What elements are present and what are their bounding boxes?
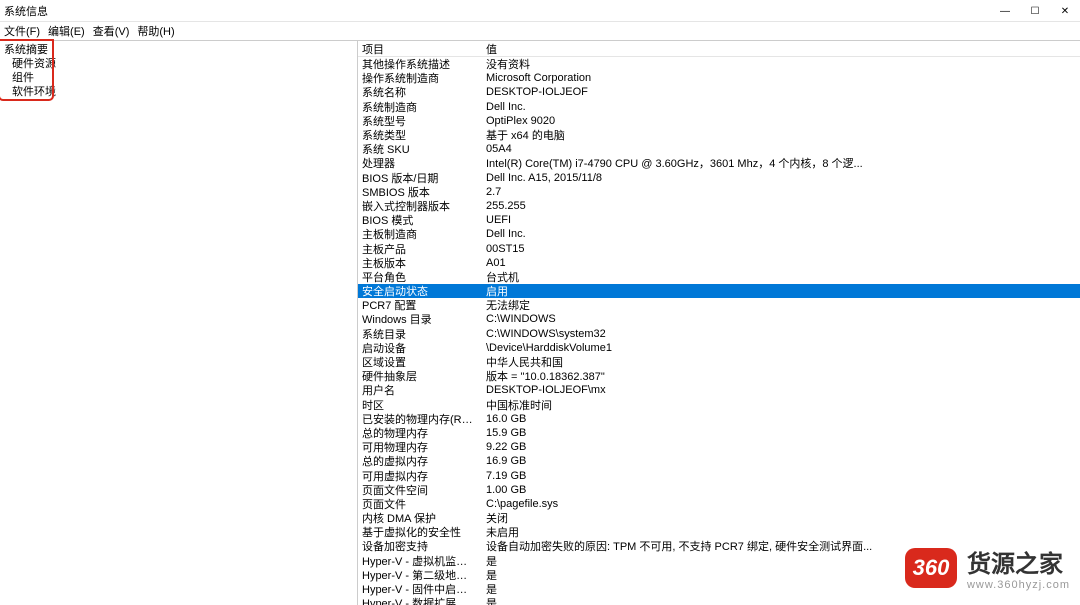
watermark-badge: 360: [905, 548, 957, 588]
row-value: 没有资料: [482, 57, 1080, 72]
watermark-title: 货源之家: [967, 544, 1070, 579]
close-button[interactable]: ✕: [1050, 0, 1080, 22]
list-row[interactable]: 主板制造商Dell Inc.: [358, 227, 1080, 241]
list-row[interactable]: 系统名称DESKTOP-IOLJEOF: [358, 85, 1080, 99]
tree-item-components[interactable]: 组件: [2, 71, 357, 85]
row-key: Hyper-V - 数据扩展保护: [358, 595, 482, 605]
tree-item-software-env[interactable]: 软件环境: [2, 85, 357, 99]
list-row[interactable]: 基于虚拟化的安全性未启用: [358, 525, 1080, 539]
list-row[interactable]: 硬件抽象层版本 = "10.0.18362.387": [358, 369, 1080, 383]
row-value: 15.9 GB: [482, 427, 1080, 439]
row-value: 2.7: [482, 186, 1080, 198]
list-row[interactable]: 处理器Intel(R) Core(TM) i7-4790 CPU @ 3.60G…: [358, 156, 1080, 170]
menu-edit[interactable]: 编辑(E): [48, 23, 85, 39]
menu-file[interactable]: 文件(F): [4, 23, 40, 39]
row-value: 无法绑定: [482, 297, 1080, 313]
row-value: Dell Inc. A15, 2015/11/8: [482, 172, 1080, 184]
list-row[interactable]: PCR7 配置无法绑定: [358, 298, 1080, 312]
row-value: Dell Inc.: [482, 228, 1080, 240]
list-row[interactable]: Windows 目录C:\WINDOWS: [358, 312, 1080, 326]
row-value: 中国标准时间: [482, 397, 1080, 413]
list-row[interactable]: 已安装的物理内存(RAM)16.0 GB: [358, 412, 1080, 426]
list-pane: 项目 值 其他操作系统描述没有资料操作系统制造商Microsoft Corpor…: [358, 41, 1080, 605]
row-value: Microsoft Corporation: [482, 72, 1080, 84]
row-value: OptiPlex 9020: [482, 115, 1080, 127]
list-row[interactable]: 系统制造商Dell Inc.: [358, 100, 1080, 114]
row-value: DESKTOP-IOLJEOF\mx: [482, 384, 1080, 396]
row-value: \Device\HarddiskVolume1: [482, 342, 1080, 354]
row-value: 基于 x64 的电脑: [482, 127, 1080, 143]
sidebar: 系统摘要 硬件资源 组件 软件环境: [0, 41, 358, 605]
row-value: 16.9 GB: [482, 455, 1080, 467]
row-value: 00ST15: [482, 243, 1080, 255]
row-value: A01: [482, 257, 1080, 269]
row-value: UEFI: [482, 214, 1080, 226]
list-row[interactable]: 其他操作系统描述没有资料: [358, 57, 1080, 71]
title-bar: 系统信息 — ☐ ✕: [0, 0, 1080, 22]
minimize-button[interactable]: —: [990, 0, 1020, 22]
list-row[interactable]: 系统目录C:\WINDOWS\system32: [358, 327, 1080, 341]
row-value: Intel(R) Core(TM) i7-4790 CPU @ 3.60GHz，…: [482, 155, 1080, 171]
list-row[interactable]: 总的虚拟内存16.9 GB: [358, 454, 1080, 468]
list-row[interactable]: 主板产品00ST15: [358, 241, 1080, 255]
list-row[interactable]: 用户名DESKTOP-IOLJEOF\mx: [358, 383, 1080, 397]
row-value: 9.22 GB: [482, 441, 1080, 453]
row-value: C:\WINDOWS: [482, 313, 1080, 325]
row-value: 05A4: [482, 143, 1080, 155]
list-row[interactable]: 可用虚拟内存7.19 GB: [358, 468, 1080, 482]
row-value: 16.0 GB: [482, 413, 1080, 425]
list-rows[interactable]: 其他操作系统描述没有资料操作系统制造商Microsoft Corporation…: [358, 57, 1080, 605]
list-row[interactable]: 系统 SKU05A4: [358, 142, 1080, 156]
list-header: 项目 值: [358, 41, 1080, 57]
list-row[interactable]: 操作系统制造商Microsoft Corporation: [358, 71, 1080, 85]
list-row[interactable]: 页面文件空间1.00 GB: [358, 483, 1080, 497]
row-value: Dell Inc.: [482, 101, 1080, 113]
window-controls: — ☐ ✕: [990, 0, 1080, 22]
menu-help[interactable]: 帮助(H): [137, 23, 174, 39]
list-row[interactable]: Hyper-V - 数据扩展保护是: [358, 596, 1080, 605]
list-row[interactable]: 系统类型基于 x64 的电脑: [358, 128, 1080, 142]
list-row[interactable]: 主板版本A01: [358, 256, 1080, 270]
list-row[interactable]: 启动设备\Device\HarddiskVolume1: [358, 341, 1080, 355]
row-value: 1.00 GB: [482, 484, 1080, 496]
row-value: 255.255: [482, 200, 1080, 212]
row-value: 7.19 GB: [482, 470, 1080, 482]
watermark-text: 货源之家 www.360hyzj.com: [967, 544, 1070, 591]
row-value: C:\WINDOWS\system32: [482, 328, 1080, 340]
row-value: C:\pagefile.sys: [482, 498, 1080, 510]
list-row[interactable]: 平台角色台式机: [358, 270, 1080, 284]
window-title: 系统信息: [4, 3, 48, 19]
row-value: DESKTOP-IOLJEOF: [482, 86, 1080, 98]
tree-item-hardware[interactable]: 硬件资源: [2, 57, 357, 71]
list-row[interactable]: 系统型号OptiPlex 9020: [358, 114, 1080, 128]
list-row[interactable]: 嵌入式控制器版本255.255: [358, 199, 1080, 213]
list-row[interactable]: 内核 DMA 保护关闭: [358, 511, 1080, 525]
tree-root[interactable]: 系统摘要: [2, 43, 357, 57]
list-row[interactable]: BIOS 版本/日期Dell Inc. A15, 2015/11/8: [358, 171, 1080, 185]
row-value: 版本 = "10.0.18362.387": [482, 368, 1080, 384]
maximize-button[interactable]: ☐: [1020, 0, 1050, 22]
list-row[interactable]: 安全启动状态启用: [358, 284, 1080, 298]
menu-bar: 文件(F) 编辑(E) 查看(V) 帮助(H): [0, 22, 1080, 40]
list-row[interactable]: BIOS 模式UEFI: [358, 213, 1080, 227]
row-value: 是: [482, 595, 1080, 605]
tree-view[interactable]: 系统摘要 硬件资源 组件 软件环境: [0, 43, 357, 99]
list-row[interactable]: 总的物理内存15.9 GB: [358, 426, 1080, 440]
list-row[interactable]: 页面文件C:\pagefile.sys: [358, 497, 1080, 511]
list-row[interactable]: 时区中国标准时间: [358, 398, 1080, 412]
list-row[interactable]: 区域设置中华人民共和国: [358, 355, 1080, 369]
content-area: 系统摘要 硬件资源 组件 软件环境 项目 值 其他操作系统描述没有资料操作系统制…: [0, 40, 1080, 605]
list-row[interactable]: SMBIOS 版本2.7: [358, 185, 1080, 199]
menu-view[interactable]: 查看(V): [93, 23, 130, 39]
column-header-item[interactable]: 项目: [358, 41, 482, 57]
column-header-value[interactable]: 值: [482, 41, 1080, 57]
watermark-url: www.360hyzj.com: [967, 579, 1070, 591]
watermark: 360 货源之家 www.360hyzj.com: [905, 544, 1070, 591]
list-row[interactable]: 可用物理内存9.22 GB: [358, 440, 1080, 454]
